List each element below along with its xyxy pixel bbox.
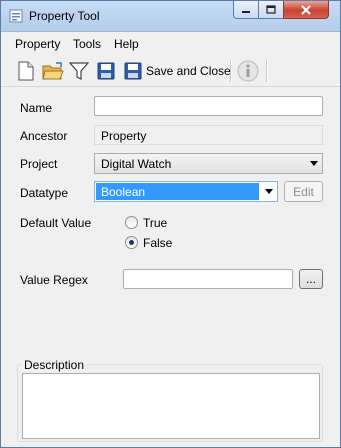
name-input[interactable] bbox=[94, 96, 323, 116]
info-icon bbox=[237, 60, 259, 82]
save-icon bbox=[97, 62, 115, 80]
info-button[interactable] bbox=[237, 60, 259, 82]
filter-icon bbox=[69, 62, 89, 80]
radio-true[interactable] bbox=[125, 216, 138, 229]
toolbar-separator bbox=[266, 60, 268, 82]
maximize-icon bbox=[266, 4, 276, 14]
ancestor-field: Property bbox=[94, 125, 323, 145]
description-textarea[interactable] bbox=[22, 373, 320, 439]
value-regex-label: Value Regex bbox=[20, 273, 88, 287]
save-and-close-label: Save and Close bbox=[146, 64, 231, 78]
chevron-down-icon bbox=[310, 161, 318, 166]
browse-button[interactable]: ... bbox=[299, 269, 323, 289]
open-button[interactable] bbox=[42, 60, 64, 82]
filter-button[interactable] bbox=[69, 60, 89, 82]
save-icon bbox=[124, 62, 142, 80]
close-button[interactable] bbox=[283, 1, 329, 19]
description-label: Description bbox=[22, 358, 87, 372]
datatype-dropdown[interactable]: Boolean bbox=[94, 181, 278, 202]
app-icon bbox=[9, 9, 23, 23]
project-label: Project bbox=[20, 157, 58, 171]
chevron-down-icon bbox=[265, 189, 273, 194]
new-button[interactable] bbox=[17, 60, 35, 82]
menu-bar: Property Tools Help bbox=[1, 32, 340, 54]
new-document-icon bbox=[18, 61, 34, 81]
datatype-dropdown-value: Boolean bbox=[96, 183, 259, 200]
save-and-close-button[interactable]: Save and Close bbox=[124, 60, 231, 82]
toolbar: Save and Close bbox=[1, 56, 340, 87]
maximize-button[interactable] bbox=[258, 1, 284, 19]
project-dropdown[interactable]: Digital Watch bbox=[94, 153, 323, 174]
close-icon bbox=[301, 4, 311, 15]
menu-help[interactable]: Help bbox=[114, 37, 139, 51]
window-title: Property Tool bbox=[29, 9, 100, 23]
minimize-button[interactable] bbox=[233, 1, 259, 19]
project-dropdown-value: Digital Watch bbox=[101, 157, 172, 171]
save-button[interactable] bbox=[97, 60, 115, 82]
toolbar-separator bbox=[230, 60, 232, 82]
title-bar[interactable]: Property Tool bbox=[1, 1, 340, 32]
minimize-icon bbox=[242, 10, 250, 13]
property-tool-window: Property Tool Property Tools Help Save a… bbox=[0, 0, 341, 448]
radio-true-label[interactable]: True bbox=[143, 216, 167, 230]
open-folder-icon bbox=[42, 62, 64, 80]
menu-tools[interactable]: Tools bbox=[73, 37, 101, 51]
edit-button[interactable]: Edit bbox=[284, 181, 323, 202]
radio-false[interactable] bbox=[125, 236, 138, 249]
radio-false-label[interactable]: False bbox=[143, 236, 172, 250]
value-regex-input[interactable] bbox=[123, 269, 293, 289]
menu-property[interactable]: Property bbox=[15, 37, 60, 51]
ancestor-label: Ancestor bbox=[20, 129, 68, 143]
default-value-label: Default Value bbox=[20, 216, 92, 230]
name-label: Name bbox=[20, 101, 53, 115]
datatype-label: Datatype bbox=[20, 186, 69, 200]
